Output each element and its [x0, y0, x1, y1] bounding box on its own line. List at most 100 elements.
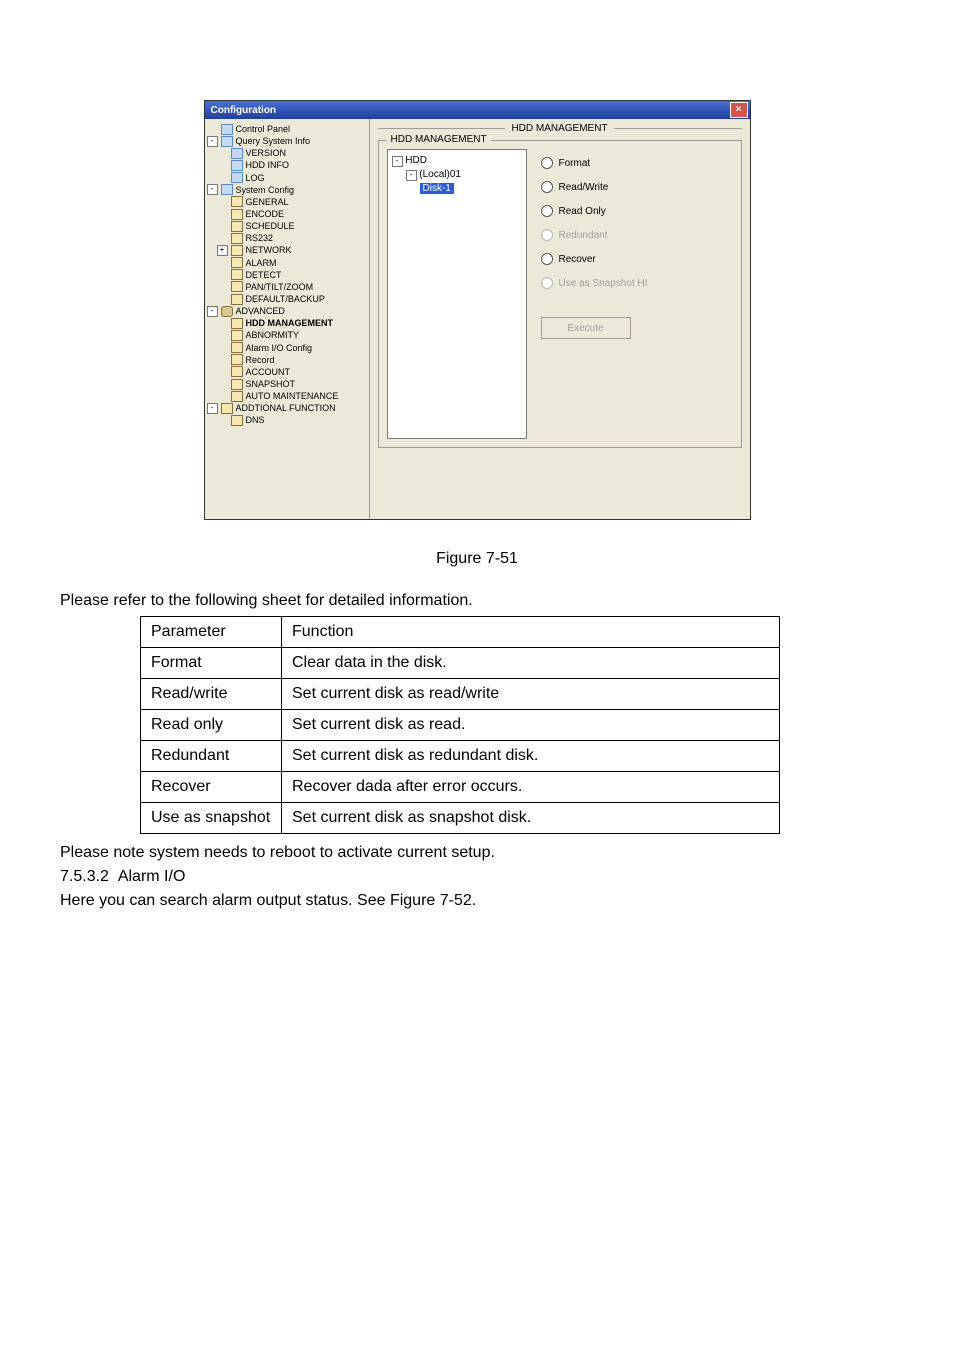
- tree-item[interactable]: Record: [207, 354, 367, 366]
- radio-group: FormatRead/WriteRead OnlyRedundantRecove…: [537, 149, 733, 439]
- tree-item[interactable]: DEFAULT/BACKUP: [207, 293, 367, 305]
- collapse-icon[interactable]: -: [207, 184, 218, 195]
- tree-item[interactable]: - System Config: [207, 184, 367, 196]
- collapse-icon[interactable]: -: [392, 156, 403, 167]
- tree-item-label: ABNORMITY: [246, 329, 300, 341]
- radio-format[interactable]: Format: [541, 157, 725, 169]
- config-tree[interactable]: Control Panel-Query System InfoVERSIONHD…: [205, 119, 370, 519]
- tree-item-label: RS232: [246, 232, 274, 244]
- hdd-tree-disk[interactable]: Disk-1: [392, 182, 522, 196]
- tree-item[interactable]: - Query System Info: [207, 135, 367, 147]
- folder-icon: [231, 233, 243, 244]
- tree-item[interactable]: DNS: [207, 414, 367, 426]
- radio-read-write[interactable]: Read/Write: [541, 181, 725, 193]
- tree-item[interactable]: - ADVANCED: [207, 305, 367, 317]
- tree-item[interactable]: HDD INFO: [207, 159, 367, 171]
- tree-item-label: ENCODE: [246, 208, 285, 220]
- radio-label: Use as Snapshot HI: [559, 278, 648, 289]
- system-icon: [221, 124, 233, 135]
- radio-read-only[interactable]: Read Only: [541, 205, 725, 217]
- tree-item[interactable]: LOG: [207, 172, 367, 184]
- folder-icon: [231, 245, 243, 256]
- tree-item[interactable]: -ADDTIONAL FUNCTION: [207, 402, 367, 414]
- tree-item[interactable]: DETECT: [207, 269, 367, 281]
- system-icon: [231, 172, 243, 183]
- tree-item-label: Query System Info: [236, 135, 311, 147]
- tree-item-label: Alarm I/O Config: [246, 342, 313, 354]
- folder-icon: [231, 294, 243, 305]
- tree-item[interactable]: HDD MANAGEMENT: [207, 317, 367, 329]
- tree-item-label: ACCOUNT: [246, 366, 291, 378]
- tree-item-label: ADVANCED: [236, 305, 285, 317]
- tree-item-label: HDD INFO: [246, 159, 290, 171]
- tree-item-label: DNS: [246, 414, 265, 426]
- folder-icon: [231, 318, 243, 329]
- tree-item[interactable]: ACCOUNT: [207, 366, 367, 378]
- tree-item[interactable]: ALARM: [207, 257, 367, 269]
- folder-icon: [231, 354, 243, 365]
- hdd-local-label: (Local)01: [419, 169, 461, 180]
- folder-icon: [221, 403, 233, 414]
- figure-caption: Figure 7-51: [60, 550, 894, 568]
- tree-item[interactable]: SNAPSHOT: [207, 378, 367, 390]
- table-row: FormatClear data in the disk.: [141, 648, 780, 679]
- system-icon: [221, 136, 233, 147]
- table-header-func: Function: [282, 617, 780, 648]
- tree-item-label: AUTO MAINTENANCE: [246, 390, 339, 402]
- panel-title-text: HDD MANAGEMENT: [511, 123, 607, 134]
- parameter-table: Parameter Function FormatClear data in t…: [140, 616, 780, 834]
- tree-item-label: SNAPSHOT: [246, 378, 296, 390]
- groupbox-label: HDD MANAGEMENT: [387, 134, 491, 145]
- tree-item[interactable]: VERSION: [207, 147, 367, 159]
- note-text: Please note system needs to reboot to ac…: [60, 844, 894, 862]
- tree-item-label: HDD MANAGEMENT: [246, 317, 334, 329]
- radio-icon: [541, 229, 553, 241]
- radio-label: Read/Write: [559, 182, 609, 193]
- tree-item[interactable]: SCHEDULE: [207, 220, 367, 232]
- folder-icon: [231, 281, 243, 292]
- panel-section-title: HDD MANAGEMENT: [378, 123, 742, 134]
- execute-button[interactable]: Execute: [541, 317, 631, 339]
- folder-icon: [231, 391, 243, 402]
- tree-item[interactable]: ABNORMITY: [207, 329, 367, 341]
- content-pane: HDD MANAGEMENT HDD MANAGEMENT - HDD - (L…: [370, 119, 750, 519]
- radio-recover[interactable]: Recover: [541, 253, 725, 265]
- system-icon: [231, 160, 243, 171]
- collapse-icon[interactable]: -: [406, 170, 417, 181]
- hdd-groupbox: HDD MANAGEMENT - HDD - (Local)01 Disk-1: [378, 140, 742, 448]
- section-heading: 7.5.3.2 Alarm I/O: [60, 868, 894, 886]
- tree-item[interactable]: GENERAL: [207, 196, 367, 208]
- tree-item-label: Record: [246, 354, 275, 366]
- hdd-tree[interactable]: - HDD - (Local)01 Disk-1: [387, 149, 527, 439]
- tree-item[interactable]: PAN/TILT/ZOOM: [207, 281, 367, 293]
- section-title: Alarm I/O: [118, 868, 186, 885]
- expand-icon[interactable]: +: [217, 245, 228, 256]
- hdd-tree-local[interactable]: - (Local)01: [392, 168, 522, 182]
- tree-item-label: SCHEDULE: [246, 220, 295, 232]
- gear-icon: [221, 306, 233, 317]
- folder-icon: [231, 342, 243, 353]
- hdd-tree-root[interactable]: - HDD: [392, 154, 522, 168]
- collapse-icon[interactable]: -: [207, 403, 218, 414]
- intro-text: Please refer to the following sheet for …: [60, 592, 894, 610]
- collapse-icon[interactable]: -: [207, 306, 218, 317]
- table-row: RedundantSet current disk as redundant d…: [141, 741, 780, 772]
- tree-item[interactable]: ENCODE: [207, 208, 367, 220]
- system-icon: [221, 184, 233, 195]
- tree-item[interactable]: + NETWORK: [207, 244, 367, 256]
- tree-item[interactable]: Alarm I/O Config: [207, 342, 367, 354]
- collapse-icon[interactable]: -: [207, 136, 218, 147]
- radio-label: Recover: [559, 254, 596, 265]
- radio-use-as-snapshot-hi: Use as Snapshot HI: [541, 277, 725, 289]
- section-number: 7.5.3.2: [60, 868, 109, 885]
- tree-item[interactable]: Control Panel: [207, 123, 367, 135]
- tree-item-label: NETWORK: [246, 244, 292, 256]
- close-icon: ×: [736, 105, 742, 115]
- close-button[interactable]: ×: [730, 102, 748, 118]
- tree-item[interactable]: RS232: [207, 232, 367, 244]
- tree-item-label: DEFAULT/BACKUP: [246, 293, 325, 305]
- tree-item[interactable]: AUTO MAINTENANCE: [207, 390, 367, 402]
- tree-item-label: System Config: [236, 184, 295, 196]
- folder-icon: [231, 379, 243, 390]
- title-bar: Configuration ×: [205, 101, 750, 119]
